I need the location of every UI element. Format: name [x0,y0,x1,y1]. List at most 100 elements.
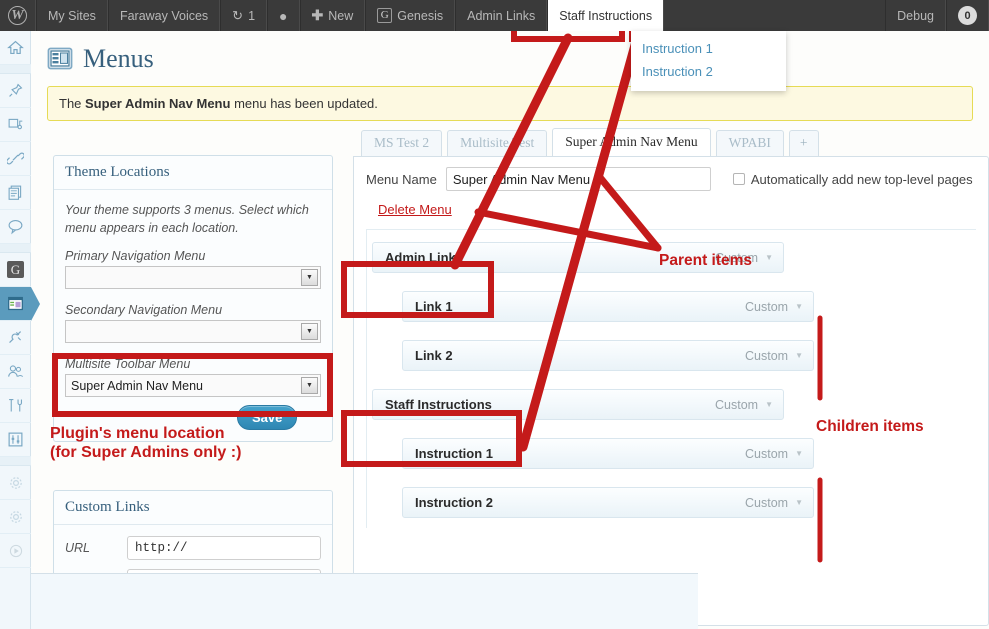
auto-add-label: Automatically add new top-level pages [750,171,973,187]
tab-ms-test-2[interactable]: MS Test 2 [361,130,443,156]
editor-footer-strip [31,573,698,629]
url-row: URL http:// [65,536,321,561]
menu-item-type-label: Custom [745,495,789,510]
multisite-toolbar-value: Super Admin Nav Menu [71,378,204,393]
menu-item-title: Instruction 2 [415,495,494,510]
secondary-nav-select[interactable]: ▼ [65,320,321,344]
chevron-down-icon[interactable]: ▼ [765,253,773,262]
users-icon [8,365,24,378]
secondary-nav-label: Secondary Navigation Menu [65,303,223,318]
adminbar-item-updates[interactable]: ↻ 1 [220,0,268,31]
theme-locations-panel: Theme Locations Your theme supports 3 me… [53,155,333,443]
sidebar-item-tools[interactable] [0,389,31,423]
sidebar-item-collapse[interactable] [0,534,31,568]
menu-editor-header: Menu Name Super Admin Nav Menu Automatic… [354,157,988,230]
chevron-down-icon[interactable]: ▼ [795,449,803,458]
menu-item-admin-links[interactable]: Admin Links Custom ▼ [372,242,784,273]
chevron-down-icon[interactable]: ▼ [795,302,803,311]
updated-notice: The Super Admin Nav Menu menu has been u… [47,86,973,121]
adminbar-label: New [328,8,354,23]
sidebar-separator-1 [0,65,31,74]
primary-nav-select[interactable]: ▼ [65,266,321,290]
wordpress-logo-button[interactable]: W [0,0,36,31]
menu-item-type-label: Custom [745,348,789,363]
sidebar-item-options-1[interactable] [0,466,31,500]
chevron-down-icon[interactable]: ▼ [795,351,803,360]
delete-menu-link[interactable]: Delete Menu [378,202,452,217]
sidebar-item-media[interactable] [0,108,31,142]
chevron-down-icon: ▼ [301,377,318,395]
menu-name-input[interactable]: Super Admin Nav Menu [445,167,711,191]
theme-locations-description: Your theme supports 3 menus. Select whic… [65,203,309,236]
menu-item-title: Link 1 [415,299,453,314]
url-input[interactable]: http:// [127,536,321,561]
wp-admin-bar: W My Sites Faraway Voices ↻ 1 ● ✚ New G … [0,0,989,31]
menu-tabs: MS Test 2 Multisite Test Super Admin Nav… [353,128,989,156]
comment-bubble-icon [8,219,23,235]
chevron-down-icon: ▼ [301,323,318,341]
chevron-down-icon[interactable]: ▼ [765,400,773,409]
adminbar-item-count[interactable]: 0 [946,0,989,31]
sidebar-separator-3 [0,457,31,466]
genesis-icon: G [377,8,393,23]
menu-item-link-2[interactable]: Link 2 Custom ▼ [402,340,814,371]
adminbar-label: Faraway Voices [119,8,209,23]
adminbar-submenu-staff-instructions: Instruction 1 Instruction 2 [631,31,786,91]
menu-item-link-1[interactable]: Link 1 Custom ▼ [402,291,814,322]
chevron-down-icon[interactable]: ▼ [795,498,803,507]
sidebar-item-links[interactable] [0,142,31,176]
adminbar-submenu-item-instruction-2[interactable]: Instruction 2 [631,60,786,83]
sidebar-item-settings[interactable] [0,423,31,457]
menu-item-staff-instructions[interactable]: Staff Instructions Custom ▼ [372,389,784,420]
menu-item-type-label: Custom [715,397,759,412]
menu-editor-column: MS Test 2 Multisite Test Super Admin Nav… [353,128,989,626]
save-row: Save [65,405,321,431]
sidebar-item-plugins[interactable] [0,321,31,355]
adminbar-item-staff-instructions[interactable]: Staff Instructions [547,0,665,31]
sidebar-item-genesis[interactable]: G [0,253,31,287]
count-bubble-icon: 0 [958,6,977,25]
menu-item-type-label: Custom [715,250,759,265]
sidebar-item-comments[interactable] [0,210,31,244]
auto-add-wrap[interactable]: Automatically add new top-level pages [732,171,973,187]
sidebar-item-users[interactable] [0,355,31,389]
adminbar-item-site-name[interactable]: Faraway Voices [107,0,221,31]
tab-add-new[interactable]: + [788,130,819,156]
custom-links-heading: Custom Links [54,491,332,526]
tab-super-admin-nav-menu[interactable]: Super Admin Nav Menu [552,128,711,156]
menu-item-type-label: Custom [745,299,789,314]
auto-add-checkbox[interactable] [732,173,745,185]
multisite-toolbar-select[interactable]: Super Admin Nav Menu ▼ [65,374,321,398]
adminbar-item-genesis[interactable]: G Genesis [365,0,456,31]
adminbar-submenu-item-instruction-1[interactable]: Instruction 1 [631,37,786,60]
menu-item-title: Admin Links [385,250,464,265]
play-icon [9,544,22,557]
tab-multisite-test[interactable]: Multisite Test [447,130,548,156]
adminbar-item-admin-links[interactable]: Admin Links [455,0,548,31]
menu-item-title: Link 2 [415,348,453,363]
sliders-icon [8,432,23,447]
menu-item-type: Custom ▼ [745,496,803,510]
menu-item-title: Instruction 1 [415,446,494,461]
sidebar-item-options-2[interactable] [0,500,31,534]
sidebar-item-dashboard[interactable] [0,31,31,65]
menu-item-type: Custom ▼ [745,349,803,363]
menu-item-type: Custom ▼ [745,300,803,314]
menu-item-instruction-1[interactable]: Instruction 1 Custom ▼ [402,438,814,469]
left-column: Theme Locations Your theme supports 3 me… [53,155,333,629]
adminbar-item-new[interactable]: ✚ New [299,0,366,31]
adminbar-item-comments[interactable]: ● [267,0,300,31]
tab-wpabi[interactable]: WPABI [715,130,784,156]
admin-sidebar-rail: G [0,31,40,629]
page-title: Menus [83,44,154,73]
adminbar-item-debug[interactable]: Debug [885,0,946,31]
menu-item-type: Custom ▼ [715,251,773,265]
adminbar-label: Staff Instructions [559,8,653,23]
media-icon [8,118,23,130]
sidebar-item-pages[interactable] [0,176,31,210]
sidebar-item-posts[interactable] [0,74,31,108]
sidebar-item-appearance[interactable] [0,287,40,321]
adminbar-item-my-sites[interactable]: My Sites [36,0,108,31]
menu-item-instruction-2[interactable]: Instruction 2 Custom ▼ [402,487,814,518]
save-button[interactable]: Save [237,405,298,431]
